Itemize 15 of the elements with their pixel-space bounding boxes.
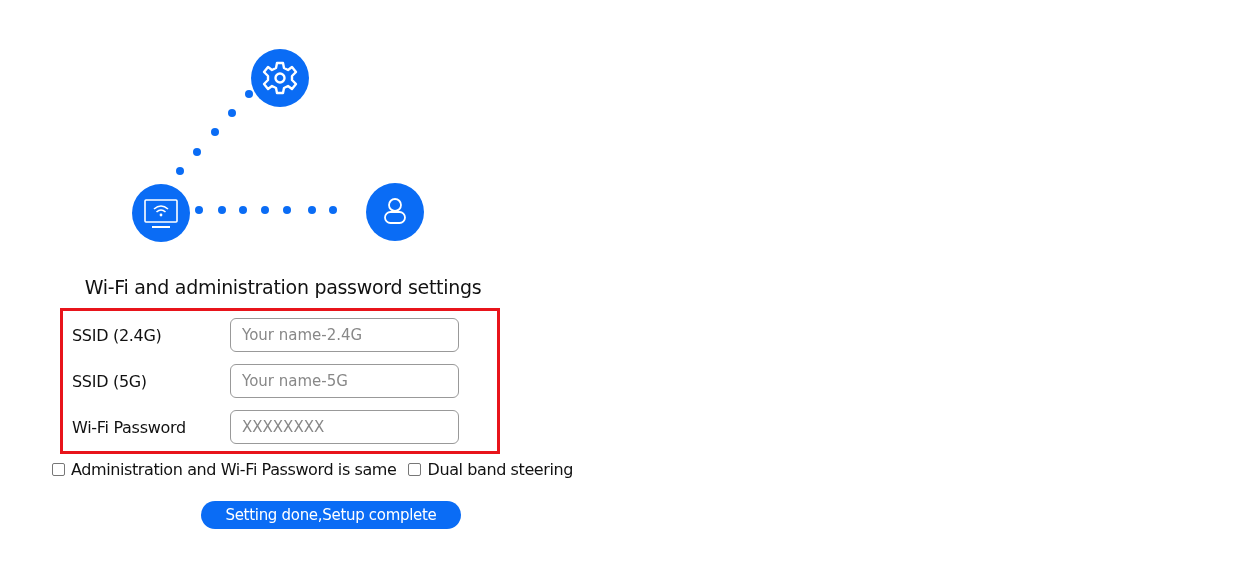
input-field[interactable]: Your name-2.4G [230, 318, 459, 352]
field-label: Wi-Fi Password [72, 417, 186, 437]
checkbox-label: Dual band steering [427, 460, 574, 479]
checkbox[interactable] [52, 463, 65, 476]
gear-icon [251, 49, 309, 107]
setup-complete-button[interactable]: Setting done,Setup complete [201, 501, 461, 529]
checkbox-label: Administration and Wi-Fi Password is same [71, 460, 397, 479]
input-field[interactable]: XXXXXXXX [230, 410, 459, 444]
checkbox[interactable] [408, 463, 422, 476]
field-label: SSID (5G) [72, 371, 147, 391]
user-icon [366, 183, 424, 241]
wifi-monitor-icon [132, 184, 190, 242]
field-label: SSID (2.4G) [72, 325, 162, 345]
page-title: Wi-Fi and administration password settings [83, 276, 483, 298]
input-field[interactable]: Your name-5G [230, 364, 459, 398]
